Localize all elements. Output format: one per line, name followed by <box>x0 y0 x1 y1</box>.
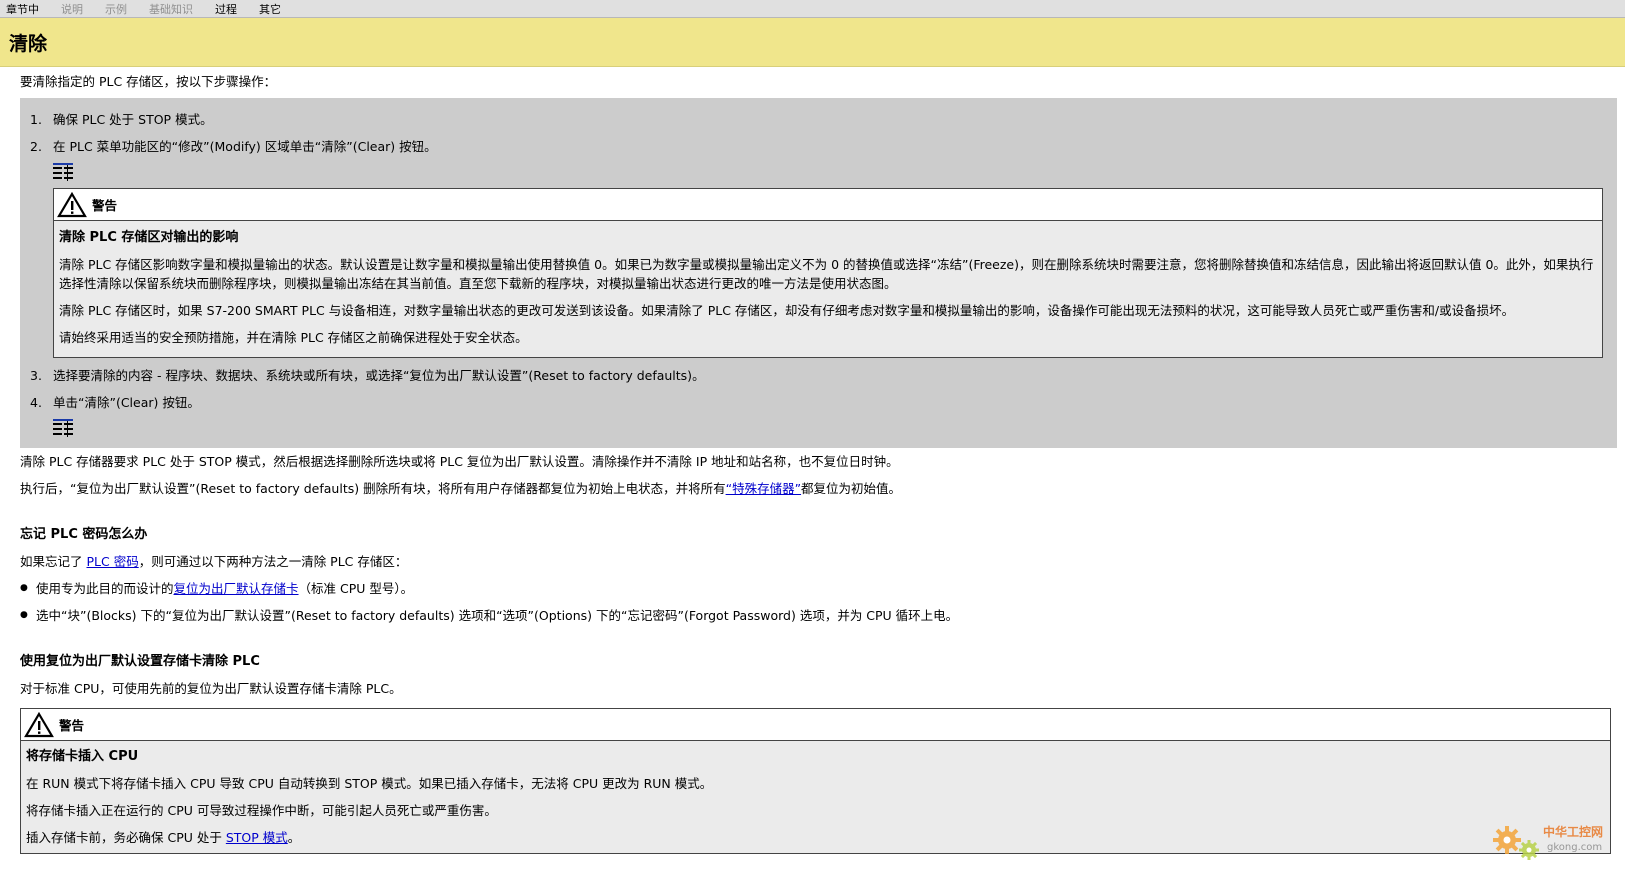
watermark-text: 中华工控网 <box>1543 824 1603 839</box>
warning-triangle-icon <box>57 191 87 217</box>
expand-list-icon[interactable] <box>53 163 73 181</box>
step-number: 1. <box>30 112 42 127</box>
list-item: 使用专为此目的而设计的复位为出厂默认存储卡（标准 CPU 型号）。 <box>20 575 1617 602</box>
warning-body: 将存储卡插入 CPU 在 RUN 模式下将存储卡插入 CPU 导致 CPU 自动… <box>21 741 1610 853</box>
top-navigation: 章节中 说明 示例 基础知识 过程 其它 <box>0 0 1625 18</box>
title-bar: 清除 <box>0 18 1625 67</box>
text-fragment: （标准 CPU 型号）。 <box>298 581 414 596</box>
intro-text: 要清除指定的 PLC 存储区，按以下步骤操作： <box>20 74 277 89</box>
warning-title: 清除 PLC 存储区对输出的影响 <box>59 230 239 245</box>
factory-reset-card-link[interactable]: 复位为出厂默认存储卡 <box>174 581 299 596</box>
warning-body: 清除 PLC 存储区对输出的影响 清除 PLC 存储区影响数字量和模拟量输出的状… <box>54 221 1602 357</box>
warning-paragraph: 在 RUN 模式下将存储卡插入 CPU 导致 CPU 自动转换到 STOP 模式… <box>26 776 713 791</box>
plc-password-link[interactable]: PLC 密码 <box>86 554 138 569</box>
text-fragment: 插入存储卡前，务必确保 CPU 处于 <box>26 830 226 845</box>
warning-title: 将存储卡插入 CPU <box>26 749 139 764</box>
watermark-url: gkong.com <box>1547 842 1602 853</box>
warning-paragraph: 清除 PLC 存储区时，如果 S7-200 SMART PLC 与设备相连，对数… <box>59 303 1515 318</box>
gkong-watermark-logo: 中华工控网 gkong.com <box>1489 816 1615 868</box>
after-paragraph-2: 执行后，“复位为出厂默认设置”(Reset to factory default… <box>20 475 1617 502</box>
step-text: 单击“清除”(Clear) 按钮。 <box>53 395 200 410</box>
warning-triangle-icon <box>24 711 54 737</box>
procedure-block: 1. 确保 PLC 处于 STOP 模式。 2. 在 PLC 菜单功能区的“修改… <box>20 98 1617 448</box>
warning-header: 警告 <box>21 709 1610 741</box>
forgot-intro: 如果忘记了 PLC 密码，则可通过以下两种方法之一清除 PLC 存储区： <box>20 548 1617 575</box>
text-fragment: 都复位为初始值。 <box>801 481 902 496</box>
tab-examples[interactable]: 示例 <box>105 1 127 17</box>
after-paragraph-1: 清除 PLC 存储器要求 PLC 处于 STOP 模式，然后根据选择删除所选块或… <box>20 454 899 469</box>
page-title: 清除 <box>9 32 48 55</box>
memory-card-intro: 对于标准 CPU，可使用先前的复位为出厂默认设置存储卡清除 PLC。 <box>20 681 402 696</box>
warning-header: 警告 <box>54 189 1602 221</box>
warning-paragraph: 请始终采用适当的安全预防措施，并在清除 PLC 存储区之前确保进程处于安全状态。 <box>59 330 528 345</box>
warning-box: 警告 清除 PLC 存储区对输出的影响 清除 PLC 存储区影响数字量和模拟量输… <box>53 188 1603 358</box>
forgot-options-list: 使用专为此目的而设计的复位为出厂默认存储卡（标准 CPU 型号）。 选中“块”(… <box>20 575 1617 629</box>
step-text: 选择要清除的内容 - 程序块、数据块、系统块或所有块，或选择“复位为出厂默认设置… <box>53 368 705 383</box>
tab-in-chapter[interactable]: 章节中 <box>6 1 39 17</box>
expand-list-icon[interactable] <box>53 419 73 437</box>
forgot-password-heading: 忘记 PLC 密码怎么办 <box>20 527 148 542</box>
step-4: 4. 单击“清除”(Clear) 按钮。 <box>30 389 1603 416</box>
step-number: 2. <box>30 139 42 154</box>
stop-mode-link[interactable]: STOP 模式 <box>226 830 288 845</box>
step-2: 2. 在 PLC 菜单功能区的“修改”(Modify) 区域单击“清除”(Cle… <box>30 133 1603 160</box>
tab-other[interactable]: 其它 <box>259 1 281 17</box>
text-fragment: 使用专为此目的而设计的 <box>36 581 174 596</box>
step-number: 4. <box>30 395 42 410</box>
warning-paragraph: 插入存储卡前，务必确保 CPU 处于 STOP 模式。 <box>26 824 1605 851</box>
warning-label: 警告 <box>92 198 118 213</box>
warning-paragraph: 将存储卡插入正在运行的 CPU 可导致过程操作中断，可能引起人员死亡或严重伤害。 <box>26 803 497 818</box>
step-1: 1. 确保 PLC 处于 STOP 模式。 <box>30 106 1603 133</box>
special-memory-link[interactable]: “特殊存储器” <box>726 481 801 496</box>
step-number: 3. <box>30 368 42 383</box>
text-fragment: ，则可通过以下两种方法之一清除 PLC 存储区： <box>138 554 408 569</box>
list-item: 选中“块”(Blocks) 下的“复位为出厂默认设置”(Reset to fac… <box>20 602 1617 629</box>
tab-description[interactable]: 说明 <box>61 1 83 17</box>
tab-basics[interactable]: 基础知识 <box>149 1 193 17</box>
warning-label: 警告 <box>59 718 85 733</box>
tab-procedure[interactable]: 过程 <box>215 1 237 17</box>
text-fragment: 执行后，“复位为出厂默认设置”(Reset to factory default… <box>20 481 726 496</box>
text-fragment: 。 <box>287 830 301 845</box>
step-3: 3. 选择要清除的内容 - 程序块、数据块、系统块或所有块，或选择“复位为出厂默… <box>30 362 1603 389</box>
step-text: 在 PLC 菜单功能区的“修改”(Modify) 区域单击“清除”(Clear)… <box>53 139 437 154</box>
warning-paragraph: 清除 PLC 存储区影响数字量和模拟量输出的状态。默认设置是让数字量和模拟量输出… <box>59 257 1594 291</box>
main-content: 要清除指定的 PLC 存储区，按以下步骤操作： 1. 确保 PLC 处于 STO… <box>0 68 1625 854</box>
memory-card-heading: 使用复位为出厂默认设置存储卡清除 PLC <box>20 654 260 669</box>
step-text: 确保 PLC 处于 STOP 模式。 <box>53 112 213 127</box>
warning-box: 警告 将存储卡插入 CPU 在 RUN 模式下将存储卡插入 CPU 导致 CPU… <box>20 708 1611 854</box>
text-fragment: 如果忘记了 <box>20 554 87 569</box>
